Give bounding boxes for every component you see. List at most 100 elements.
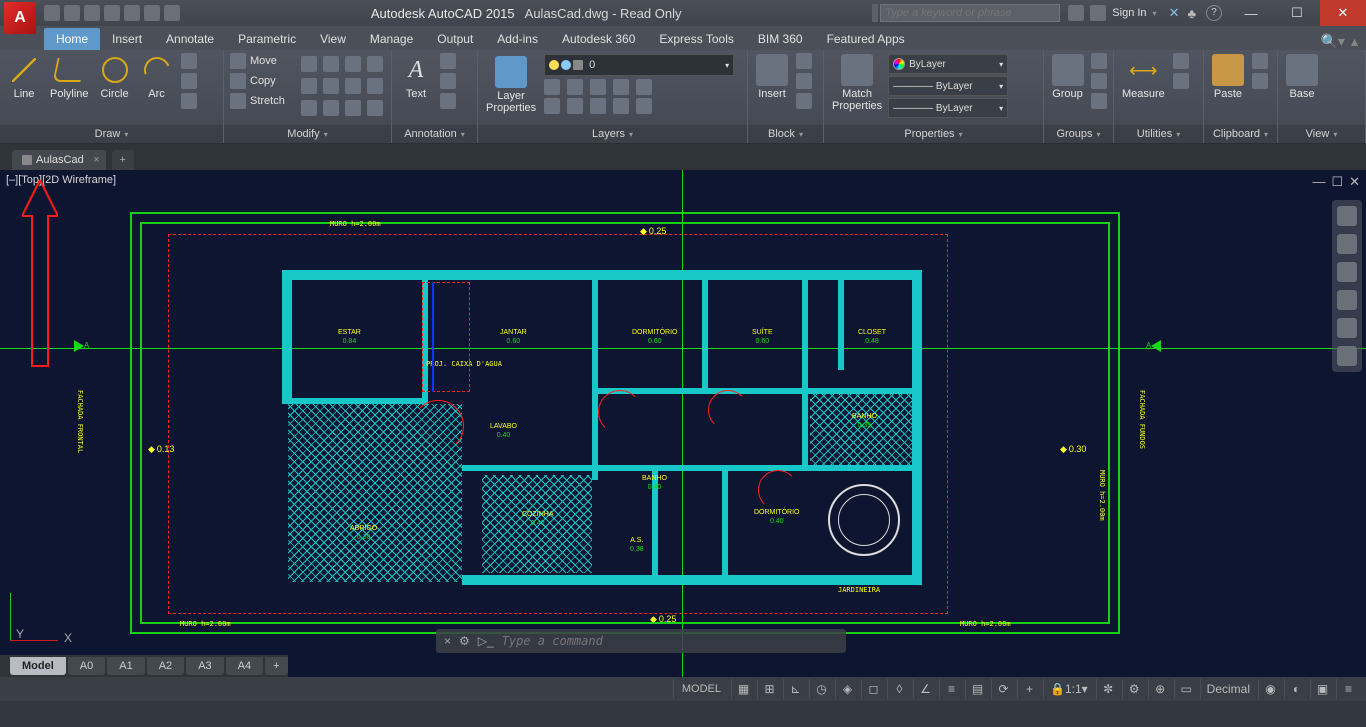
leader-button[interactable]	[438, 72, 458, 90]
search-handle-icon[interactable]	[872, 4, 878, 22]
panel-annotation-title[interactable]: Annotation	[392, 125, 477, 143]
panel-view-title[interactable]: View	[1278, 125, 1365, 143]
tab-manage[interactable]: Manage	[358, 28, 425, 50]
status-ws-icon[interactable]: ⚙	[1122, 679, 1146, 699]
status-snap-icon[interactable]: ⊞	[757, 679, 781, 699]
status-ortho-icon[interactable]: ⊾	[783, 679, 807, 699]
ellipse-button[interactable]	[179, 72, 199, 90]
status-dyn-icon[interactable]: +	[1017, 679, 1041, 699]
trim-icon[interactable]	[323, 56, 339, 72]
cmd-customize-icon[interactable]: ⚙	[459, 634, 470, 648]
zoom-icon[interactable]	[1337, 290, 1357, 310]
status-annoscale-icon[interactable]: ✼	[1096, 679, 1120, 699]
command-input[interactable]	[502, 634, 838, 648]
layout-tab-model[interactable]: Model	[10, 657, 66, 675]
showmotion-icon[interactable]	[1337, 346, 1357, 366]
status-3dosnap-icon[interactable]: ◊	[887, 679, 911, 699]
tab-express[interactable]: Express Tools	[647, 28, 745, 50]
edit-block-button[interactable]	[794, 72, 814, 90]
panel-clipboard-title[interactable]: Clipboard	[1204, 125, 1277, 143]
viewcube-icon[interactable]	[1337, 206, 1357, 226]
status-lw-icon[interactable]: ≡	[939, 679, 963, 699]
layout-tab-a0[interactable]: A0	[68, 657, 105, 675]
autodesk360-icon[interactable]	[1068, 5, 1084, 21]
qat-plot-icon[interactable]	[124, 5, 140, 21]
dim-button[interactable]	[438, 52, 458, 70]
status-otrack-icon[interactable]: ∠	[913, 679, 937, 699]
move-button[interactable]: Move	[228, 52, 297, 70]
tab-annotate[interactable]: Annotate	[154, 28, 226, 50]
tab-insert[interactable]: Insert	[100, 28, 154, 50]
tab-output[interactable]: Output	[425, 28, 485, 50]
qat-redo-icon[interactable]	[164, 5, 180, 21]
insert-button[interactable]: Insert	[752, 52, 792, 102]
layer-tool-3-icon[interactable]	[590, 79, 606, 95]
copy-button[interactable]: Copy	[228, 72, 297, 90]
panel-modify-title[interactable]: Modify	[224, 125, 391, 143]
layer-tool-4-icon[interactable]	[613, 79, 629, 95]
cmd-close-icon[interactable]: ×	[444, 634, 451, 648]
vp-min-icon[interactable]: —	[1312, 174, 1325, 190]
layer-tool-2-icon[interactable]	[567, 79, 583, 95]
status-scale[interactable]: 🔒 1:1 ▾	[1043, 679, 1094, 699]
paste-button[interactable]: Paste	[1208, 52, 1248, 102]
help-search-input[interactable]	[880, 4, 1060, 22]
tab-a360[interactable]: Autodesk 360	[550, 28, 647, 50]
status-qprops-icon[interactable]: ▭	[1174, 679, 1198, 699]
fillet-icon[interactable]	[323, 78, 339, 94]
ribbon-collapse-icon[interactable]: ▴	[1351, 33, 1358, 50]
group-button[interactable]: Group	[1048, 52, 1087, 102]
layer-tool-8-icon[interactable]	[590, 98, 606, 114]
linetype-selector[interactable]: ———— ByLayer▾	[888, 98, 1008, 118]
pan-icon[interactable]	[1337, 262, 1357, 282]
minimize-button[interactable]: —	[1228, 0, 1274, 26]
cut-button[interactable]	[1250, 52, 1270, 70]
layout-tab-a2[interactable]: A2	[147, 657, 184, 675]
steering-icon[interactable]	[1337, 234, 1357, 254]
base-button[interactable]: Base	[1282, 52, 1322, 102]
panel-layers-title[interactable]: Layers	[478, 125, 747, 143]
scale-icon[interactable]	[301, 100, 317, 116]
array-icon[interactable]	[345, 78, 361, 94]
polyline-button[interactable]: Polyline	[46, 52, 93, 102]
panel-groups-title[interactable]: Groups	[1044, 125, 1113, 143]
measure-button[interactable]: ⟷Measure	[1118, 52, 1169, 102]
app-menu-button[interactable]: A	[4, 2, 36, 34]
status-iso-icon[interactable]: ◈	[835, 679, 859, 699]
qat-new-icon[interactable]	[44, 5, 60, 21]
new-file-tab[interactable]: +	[112, 150, 134, 170]
status-cycle-icon[interactable]: ⟳	[991, 679, 1015, 699]
quickcalc-button[interactable]	[1171, 72, 1191, 90]
status-clean-icon[interactable]: ▣	[1310, 679, 1334, 699]
selectall-button[interactable]	[1171, 52, 1191, 70]
layer-tool-6-icon[interactable]	[544, 98, 560, 114]
panel-draw-title[interactable]: Draw	[0, 125, 223, 143]
panel-utilities-title[interactable]: Utilities	[1114, 125, 1203, 143]
close-tab-icon[interactable]: ×	[93, 154, 99, 166]
panel-block-title[interactable]: Block	[748, 125, 823, 143]
erase-icon[interactable]	[345, 56, 361, 72]
status-transp-icon[interactable]: ▤	[965, 679, 989, 699]
layout-tab-add[interactable]: +	[265, 657, 287, 675]
table-button[interactable]	[438, 92, 458, 110]
qat-saveas-icon[interactable]	[104, 5, 120, 21]
tab-home[interactable]: Home	[44, 28, 100, 50]
rect-button[interactable]	[179, 52, 199, 70]
status-annomon-icon[interactable]: ⊕	[1148, 679, 1172, 699]
status-hw-icon[interactable]: ◉	[1258, 679, 1282, 699]
layout-tab-a3[interactable]: A3	[186, 657, 223, 675]
layout-tab-a4[interactable]: A4	[226, 657, 263, 675]
drawing-canvas[interactable]: [–][Top][2D Wireframe] — ☐ ✕ MURO h=2.00…	[0, 170, 1366, 677]
align-icon[interactable]	[345, 100, 361, 116]
rotate-icon[interactable]	[301, 56, 317, 72]
explode-icon[interactable]	[367, 56, 383, 72]
groupbb-button[interactable]	[1089, 92, 1109, 110]
layer-tool-1-icon[interactable]	[544, 79, 560, 95]
status-polar-icon[interactable]: ◷	[809, 679, 833, 699]
status-isolate-icon[interactable]: ◐	[1284, 679, 1308, 699]
tab-featured[interactable]: Featured Apps	[815, 28, 917, 50]
status-custom-icon[interactable]: ≡	[1336, 679, 1360, 699]
maximize-button[interactable]: ☐	[1274, 0, 1320, 26]
layerprops-button[interactable]: Layer Properties	[482, 54, 540, 116]
tab-parametric[interactable]: Parametric	[226, 28, 308, 50]
